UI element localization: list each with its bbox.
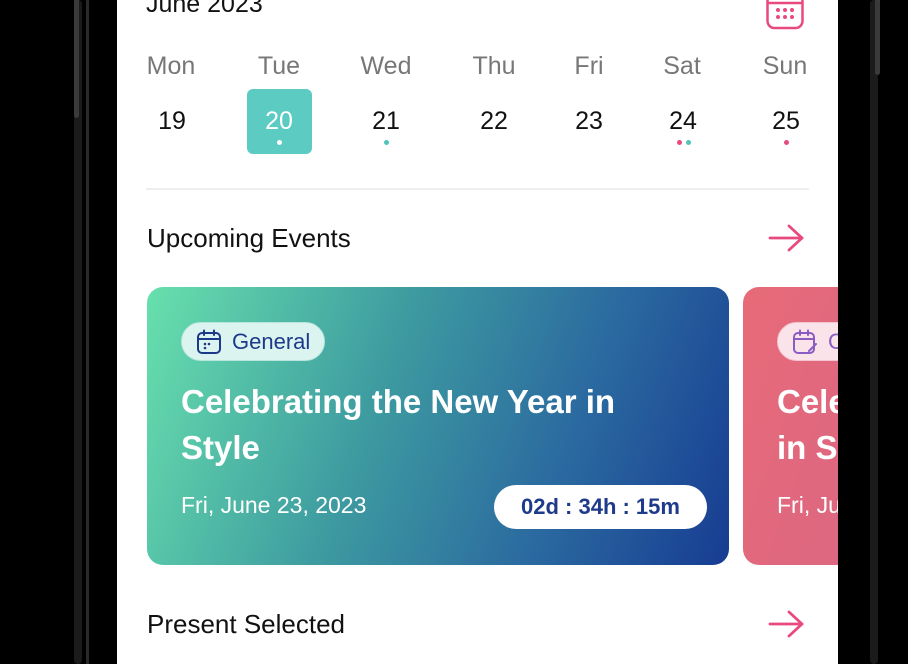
month-label: June 2023 <box>146 0 263 18</box>
event-title: Celebrating the New Year in Style <box>777 383 838 466</box>
event-category-tag: C <box>777 322 838 361</box>
day-number-21[interactable]: 21 <box>372 107 400 136</box>
day-number-22[interactable]: 22 <box>480 107 508 136</box>
divider <box>146 188 809 190</box>
day-number-24[interactable]: 24 <box>669 107 697 136</box>
app-screen: June 2023 Mon Tue Wed Thu Fri Sat Sun 19… <box>117 0 838 664</box>
day-number-25[interactable]: 25 <box>772 107 800 136</box>
event-card[interactable]: General Celebrating the New Year in Styl… <box>147 287 729 565</box>
event-dot <box>384 140 389 145</box>
day-name-tue: Tue <box>257 52 301 80</box>
event-countdown-badge: 02d : 34h : 15m <box>494 485 707 529</box>
event-date: Fri, June 23, 2023 <box>777 492 838 518</box>
device-side-button <box>74 0 79 118</box>
arrow-right-icon[interactable] <box>767 223 807 253</box>
present-selected-title: Present Selected <box>147 609 346 639</box>
day-number-19[interactable]: 19 <box>158 107 186 136</box>
event-title: Celebrating the New Year in Style <box>181 383 616 466</box>
device-frame-right <box>870 0 878 664</box>
calendar-grid-icon[interactable] <box>766 0 804 30</box>
day-name-sun: Sun <box>762 52 808 80</box>
event-dot <box>677 140 682 145</box>
event-category-label: General <box>232 328 311 354</box>
event-dot <box>784 140 789 145</box>
day-name-sat: Sat <box>663 52 701 80</box>
day-name-mon: Mon <box>146 52 196 80</box>
device-bezel-left <box>86 0 89 664</box>
arrow-right-icon[interactable] <box>767 609 807 639</box>
calendar-edit-icon <box>793 329 817 354</box>
day-name-thu: Thu <box>472 52 516 80</box>
event-date: Fri, June 23, 2023 <box>181 492 367 518</box>
event-category-tag: General <box>181 322 326 361</box>
day-name-fri: Fri <box>574 52 604 80</box>
day-number-20[interactable]: 20 <box>265 107 293 136</box>
event-dot <box>277 140 282 145</box>
device-side-button-right <box>875 0 880 75</box>
event-card[interactable]: C Celebrating the New Year in Style Fri,… <box>743 287 838 565</box>
upcoming-events-title: Upcoming Events <box>147 223 351 253</box>
day-name-wed: Wed <box>360 52 412 80</box>
event-dot <box>686 140 691 145</box>
calendar-icon <box>197 329 221 354</box>
day-number-23[interactable]: 23 <box>575 107 603 136</box>
event-category-label: C <box>828 328 838 354</box>
